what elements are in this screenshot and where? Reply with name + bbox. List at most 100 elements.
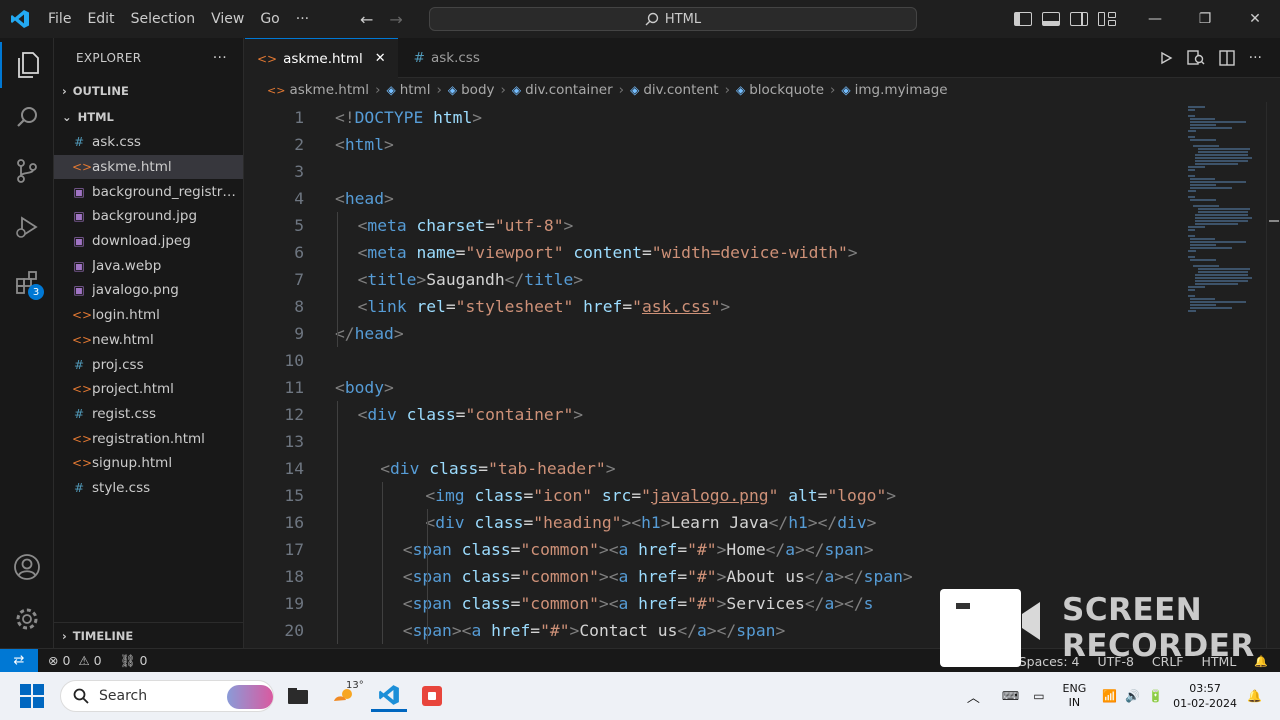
source-control-icon[interactable]	[0, 148, 54, 194]
run-icon[interactable]	[1159, 51, 1173, 65]
run-debug-icon[interactable]	[0, 204, 54, 250]
problems-indicator[interactable]: ⊗ 0 ⚠ 0	[48, 653, 102, 668]
file-item[interactable]: # style.css	[54, 476, 243, 501]
breadcrumb-item[interactable]: body	[461, 82, 494, 98]
more-actions-icon[interactable]: ···	[213, 50, 227, 66]
vertical-scrollbar[interactable]	[1266, 102, 1280, 648]
code-line[interactable]: 12 <div class="container">	[245, 401, 1180, 428]
customize-layout-icon[interactable]	[1098, 12, 1116, 26]
ports-indicator[interactable]: ⛓ 0	[120, 653, 148, 669]
code-line[interactable]: 7 <title>Saugandh</title>	[245, 266, 1180, 293]
file-item[interactable]: <> login.html	[54, 303, 243, 328]
windows-start-icon[interactable]	[20, 684, 44, 708]
notifications-icon[interactable]: 🔔	[1254, 655, 1268, 668]
clock[interactable]: 03:57 01-02-2024	[1173, 681, 1237, 711]
file-item[interactable]: <> signup.html	[54, 451, 243, 476]
code-line[interactable]: 1 <!DOCTYPE html>	[245, 104, 1180, 131]
wifi-icon[interactable]: 📶	[1102, 689, 1117, 703]
menu-item[interactable]: File	[40, 0, 79, 38]
vscode-taskbar-icon[interactable]	[371, 680, 407, 712]
code-line[interactable]: 18 <span class="common"><a href="#">About…	[245, 563, 1180, 590]
menu-item[interactable]: ···	[288, 0, 317, 38]
language-indicator[interactable]: ENG IN	[1063, 682, 1087, 710]
code-line[interactable]: 2 <html>	[245, 131, 1180, 158]
menu-item[interactable]: View	[203, 0, 252, 38]
code-content: <span><a href="#">Contact us</a></span>	[403, 617, 785, 644]
code-line[interactable]: 17 <span class="common"><a href="#">Home<…	[245, 536, 1180, 563]
menu-item[interactable]: Selection	[123, 0, 204, 38]
chevron-up-icon[interactable]: ︿	[967, 687, 980, 706]
tab-askme-html[interactable]: <> askme.html ✕	[245, 38, 398, 78]
file-item[interactable]: ▣ background_registrati...	[54, 179, 243, 204]
back-arrow-icon[interactable]: ←	[360, 10, 373, 29]
code-line[interactable]: 6 <meta name="viewport" content="width=de…	[245, 239, 1180, 266]
code-content: <span class="common"><a href="#">Home</a…	[403, 536, 874, 563]
keyboard-icon[interactable]: ⌨	[1002, 689, 1019, 703]
accounts-icon[interactable]	[0, 544, 54, 590]
menu-item[interactable]: Go	[252, 0, 287, 38]
breadcrumb-item[interactable]: blockquote	[749, 82, 824, 98]
code-line[interactable]: 13	[245, 428, 1180, 455]
restore-icon[interactable]: ❐	[1180, 0, 1230, 38]
code-line[interactable]: 11 <body>	[245, 374, 1180, 401]
breadcrumb-item[interactable]: html	[400, 82, 431, 98]
extensions-icon[interactable]: 3	[0, 260, 54, 306]
close-icon[interactable]: ✕	[1230, 0, 1280, 38]
forward-arrow-icon[interactable]: →	[389, 10, 402, 29]
minimize-icon[interactable]: —	[1130, 0, 1180, 38]
breadcrumb-file[interactable]: askme.html	[289, 82, 369, 98]
file-item[interactable]: <> askme.html	[54, 154, 243, 180]
command-center[interactable]: HTML	[429, 7, 917, 31]
display-icon[interactable]: ▭	[1033, 689, 1044, 703]
outline-section[interactable]: › OUTLINE	[54, 78, 243, 104]
menu-item[interactable]: Edit	[79, 0, 122, 38]
file-item[interactable]: ▣ javalogo.png	[54, 278, 243, 303]
file-item[interactable]: <> new.html	[54, 328, 243, 353]
code-line[interactable]: 5 <meta charset="utf-8">	[245, 212, 1180, 239]
code-line[interactable]: 9 </head>	[245, 320, 1180, 347]
file-item[interactable]: # ask.css	[54, 130, 243, 155]
screen-recorder-taskbar-icon[interactable]	[414, 680, 450, 712]
notification-bell-icon[interactable]: 🔔	[1247, 689, 1262, 703]
battery-icon[interactable]: 🔋	[1148, 689, 1163, 703]
code-editor[interactable]: 1 <!DOCTYPE html> 2 <html> 3 4 <head> 5 <meta ch…	[245, 104, 1180, 648]
toggle-secondary-sidebar-icon[interactable]	[1070, 12, 1088, 26]
taskbar-search[interactable]: Search	[60, 680, 274, 712]
breadcrumb-item[interactable]: div.content	[643, 82, 718, 98]
file-item[interactable]: ▣ background.jpg	[54, 204, 243, 229]
open-preview-icon[interactable]	[1186, 50, 1205, 66]
volume-icon[interactable]: 🔊	[1125, 689, 1140, 703]
code-line[interactable]: 14 <div class="tab-header">	[245, 455, 1180, 482]
tab-ask-css[interactable]: # ask.css	[398, 38, 492, 78]
file-item[interactable]: ▣ Java.webp	[54, 253, 243, 278]
breadcrumb-item[interactable]: div.container	[525, 82, 613, 98]
code-line[interactable]: 10	[245, 347, 1180, 374]
toggle-panel-icon[interactable]	[1042, 12, 1060, 26]
code-line[interactable]: 8 <link rel="stylesheet" href="ask.css">	[245, 293, 1180, 320]
search-icon[interactable]	[0, 94, 54, 140]
settings-gear-icon[interactable]	[0, 596, 54, 642]
minimap[interactable]	[1180, 102, 1266, 648]
remote-indicator-icon[interactable]: ⇄	[0, 648, 38, 673]
file-item[interactable]: # regist.css	[54, 402, 243, 427]
file-item[interactable]: # proj.css	[54, 352, 243, 377]
breadcrumb-item[interactable]: img.myimage	[855, 82, 948, 98]
file-explorer-icon[interactable]	[280, 680, 316, 712]
weather-widget[interactable]: 13°	[326, 680, 364, 712]
timeline-section[interactable]: › TIMELINE	[54, 622, 244, 648]
more-actions-icon[interactable]: ···	[1249, 50, 1262, 66]
file-item[interactable]: <> project.html	[54, 377, 243, 402]
code-line[interactable]: 3	[245, 158, 1180, 185]
toggle-primary-sidebar-icon[interactable]	[1014, 12, 1032, 26]
code-line[interactable]: 16 <div class="heading"><h1>Learn Java</h…	[245, 509, 1180, 536]
code-line[interactable]: 4 <head>	[245, 185, 1180, 212]
code-line[interactable]: 15 <img class="icon" src="javalogo.png" a…	[245, 482, 1180, 509]
file-item[interactable]: <> registration.html	[54, 426, 243, 451]
html-file-icon: <>	[72, 456, 93, 471]
file-item[interactable]: ▣ download.jpeg	[54, 229, 243, 254]
tab-close-icon[interactable]: ✕	[375, 51, 386, 66]
folder-section[interactable]: ⌄ HTML	[54, 104, 243, 130]
vscode-logo-icon[interactable]	[0, 0, 40, 38]
explorer-icon[interactable]	[0, 42, 54, 88]
split-editor-icon[interactable]	[1218, 50, 1235, 66]
